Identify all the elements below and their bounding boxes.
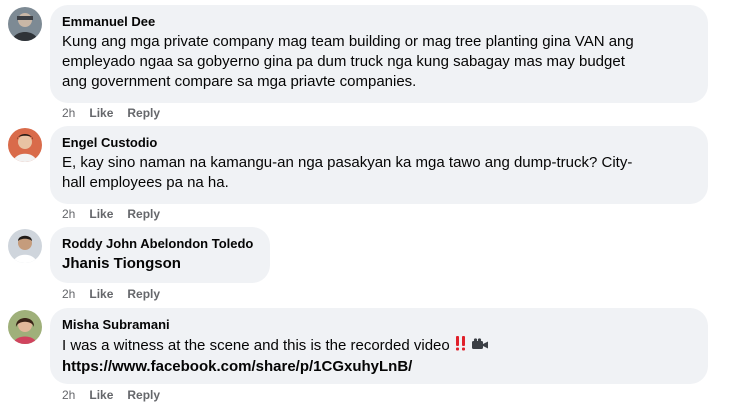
avatar[interactable]	[8, 128, 42, 162]
comment-actions: 2h Like Reply	[62, 286, 174, 302]
comment-bubble: Emmanuel Dee Kung ang mga private compan…	[50, 5, 708, 103]
comment-timestamp[interactable]: 2h	[62, 387, 75, 403]
comment-timestamp[interactable]: 2h	[62, 206, 75, 222]
comment-timestamp[interactable]: 2h	[62, 286, 75, 302]
comment-timestamp[interactable]: 2h	[62, 105, 75, 121]
reply-button[interactable]: Reply	[127, 206, 160, 222]
comment-text-content: I was a witness at the scene and this is…	[62, 336, 450, 354]
avatar[interactable]	[8, 7, 42, 41]
comment-author[interactable]: Roddy John Abelondon Toledo	[62, 235, 258, 252]
comment-actions: 2h Like Reply	[62, 387, 174, 403]
comment-text-line: Kung ang mga private company mag team bu…	[62, 33, 634, 50]
avatar-photo-icon	[8, 128, 42, 162]
comment-text: I was a witness at the scene and this is…	[62, 335, 696, 377]
avatar[interactable]	[8, 229, 42, 263]
comment-text-line: hall employees pa na ha.	[62, 174, 229, 191]
comment-text-line: ang government compare sa mga priavte co…	[62, 73, 417, 90]
reply-button[interactable]: Reply	[127, 286, 160, 302]
comment-actions: 2h Like Reply	[62, 105, 174, 121]
comments-list: Emmanuel Dee Kung ang mga private compan…	[0, 0, 750, 405]
comment-text: Jhanis Tiongson	[62, 254, 258, 274]
like-button[interactable]: Like	[89, 105, 113, 121]
avatar-photo-icon	[8, 229, 42, 263]
avatar-photo-icon	[8, 7, 42, 41]
avatar-photo-icon	[8, 310, 42, 344]
video-camera-icon	[471, 336, 488, 356]
avatar[interactable]	[8, 310, 42, 344]
comment-author[interactable]: Engel Custodio	[62, 134, 696, 151]
comment-bubble: Roddy John Abelondon Toledo Jhanis Tiong…	[50, 227, 270, 283]
reply-button[interactable]: Reply	[127, 105, 160, 121]
comment-text-line: I was a witness at the scene and this is…	[62, 335, 696, 357]
comment-text-line: E, kay sino naman na kamangu-an nga pasa…	[62, 154, 633, 171]
comment-text: Kung ang mga private company mag team bu…	[62, 32, 696, 92]
like-button[interactable]: Like	[89, 206, 113, 222]
comment-text-line: empleyado ngaa sa gobyerno gina pa dum t…	[62, 53, 625, 70]
comment-bubble: Misha Subramani I was a witness at the s…	[50, 308, 708, 384]
like-button[interactable]: Like	[89, 286, 113, 302]
comment-actions: 2h Like Reply	[62, 206, 174, 222]
like-button[interactable]: Like	[89, 387, 113, 403]
reply-button[interactable]: Reply	[127, 387, 160, 403]
comment-author[interactable]: Misha Subramani	[62, 316, 696, 333]
comment-author[interactable]: Emmanuel Dee	[62, 13, 696, 30]
shared-post-link[interactable]: https://www.facebook.com/share/p/1CGxuhy…	[62, 357, 696, 377]
mentioned-user-link[interactable]: Jhanis Tiongson	[62, 254, 258, 274]
comment-text: E, kay sino naman na kamangu-an nga pasa…	[62, 153, 696, 193]
comment-bubble: Engel Custodio E, kay sino naman na kama…	[50, 126, 708, 204]
double-exclamation-icon	[454, 335, 468, 357]
